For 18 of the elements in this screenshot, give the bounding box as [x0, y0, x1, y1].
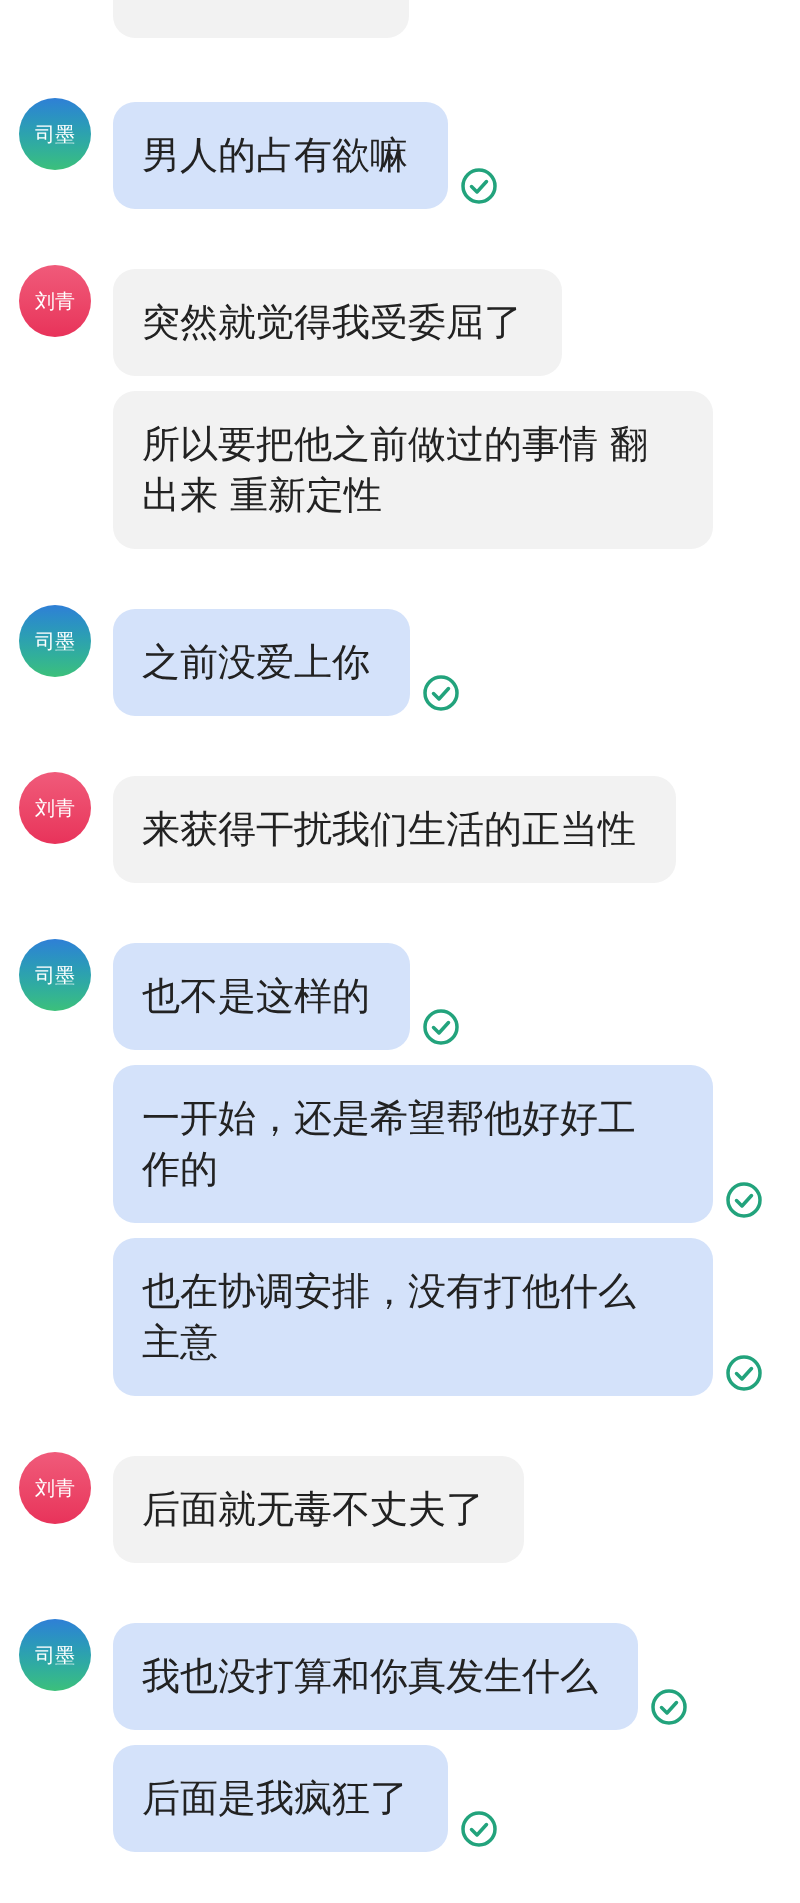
chat-bubble: 一开始，还是希望帮他好好工作的	[113, 1065, 713, 1223]
chat-bubble: 也不是这样的	[113, 943, 410, 1050]
chat-bubble: 来获得干扰我们生活的正当性	[113, 776, 676, 883]
chat-bubble: 也在协调安排，没有打他什么主意	[113, 1238, 713, 1396]
avatar[interactable]: 刘青	[18, 265, 91, 337]
chat-bubble: 男人的占有欲嘛	[113, 102, 448, 209]
chat-bubble: 我也没打算和你真发生什么	[113, 1623, 638, 1730]
chat-bubble: 所以要把他之前做过的事情 翻出来 重新定性	[113, 391, 713, 549]
avatar[interactable]: 司墨	[18, 605, 91, 677]
avatar[interactable]: 刘青	[18, 1452, 91, 1524]
avatar[interactable]: 刘青	[18, 772, 91, 844]
chat-bubble: 后面就无毒不丈夫了	[113, 1456, 524, 1563]
avatar[interactable]: 司墨	[18, 939, 91, 1011]
avatar[interactable]: 司墨	[18, 1619, 91, 1691]
chat-bubble: 后面是我疯狂了	[113, 1745, 448, 1852]
avatar[interactable]: 司墨	[18, 98, 91, 170]
chat-bubble: 突然就觉得我受委屈了	[113, 269, 562, 376]
chat-bubble: 之前没爱上你	[113, 609, 410, 716]
